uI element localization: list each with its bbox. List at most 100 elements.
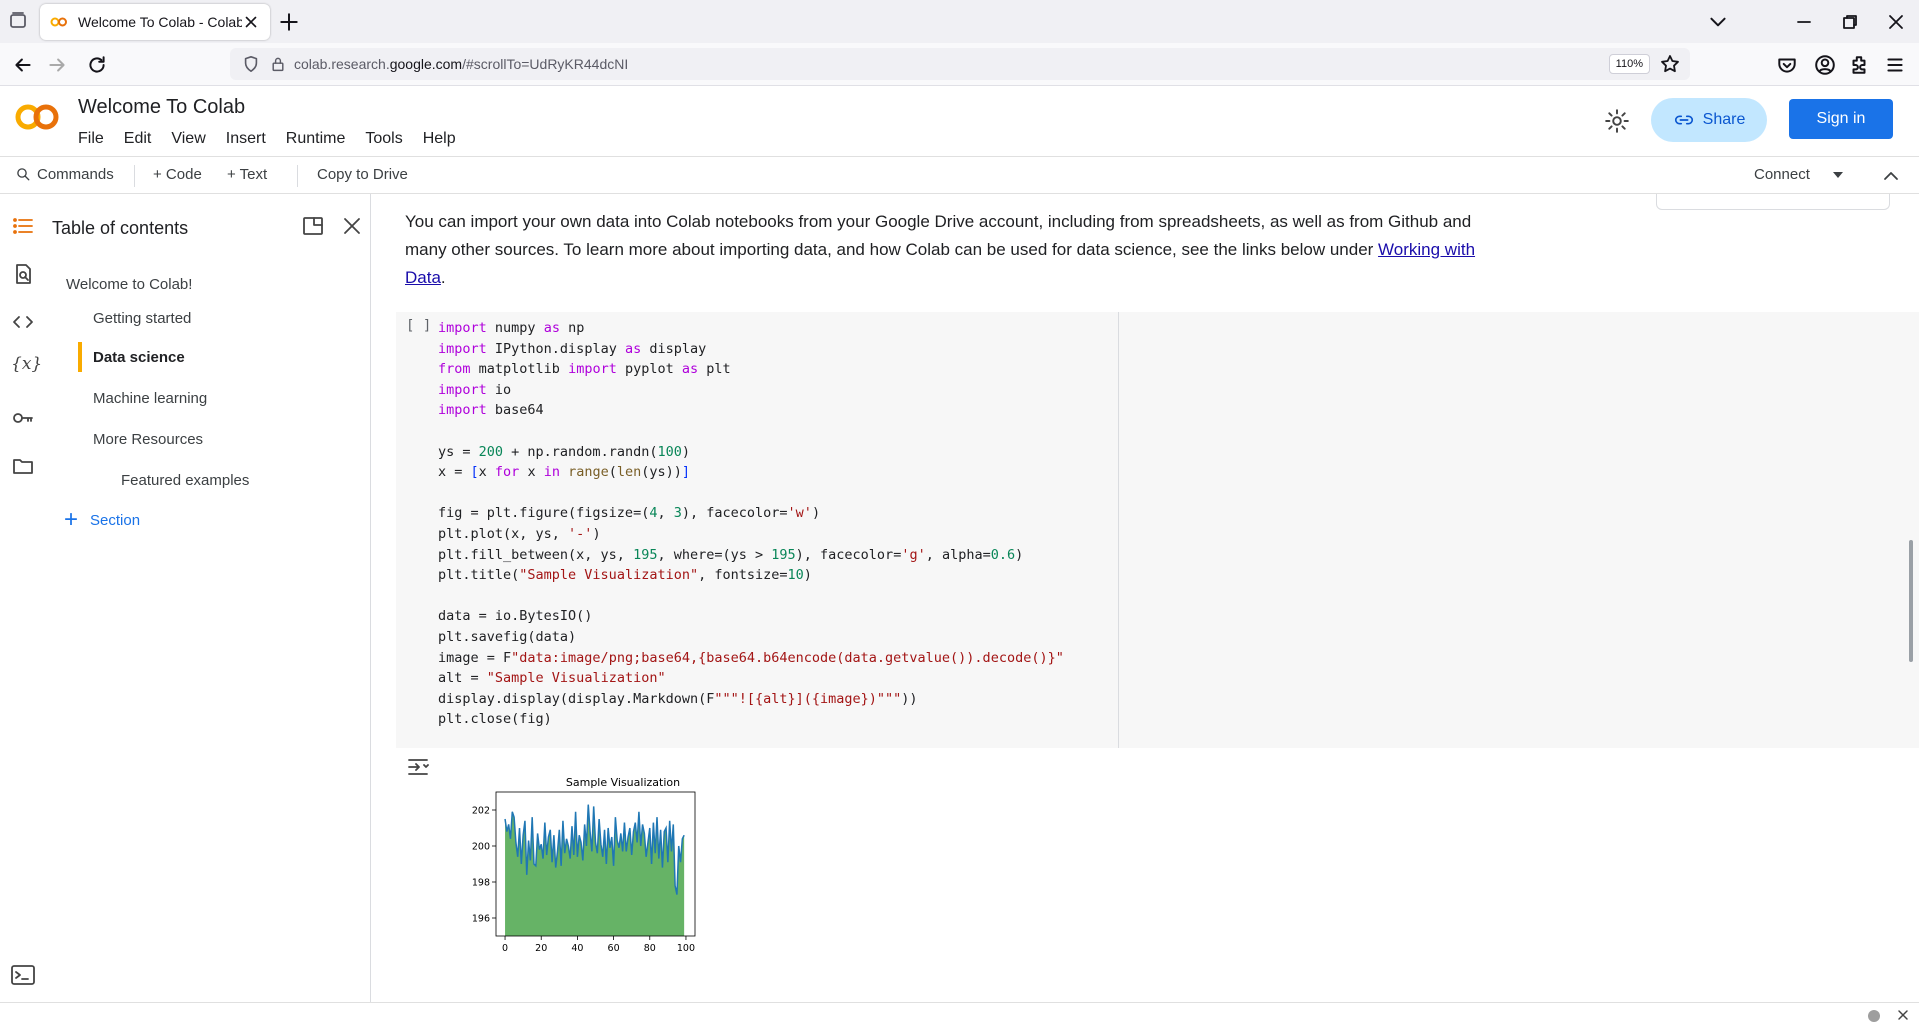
commands-label: Commands (37, 166, 114, 183)
connect-dropdown-icon[interactable] (1830, 167, 1846, 183)
y-tick-label: 200 (472, 842, 490, 853)
y-tick-label: 198 (472, 878, 490, 889)
gear-icon[interactable] (1604, 108, 1630, 134)
tab-overview-icon[interactable] (8, 10, 32, 34)
close-icon[interactable] (340, 214, 364, 238)
folder-icon[interactable] (11, 454, 35, 478)
code-snippets-icon[interactable] (11, 310, 35, 334)
share-label: Share (1702, 111, 1746, 128)
x-tick-label: 100 (677, 943, 695, 954)
restore-button[interactable] (1827, 0, 1873, 43)
close-tab-icon[interactable] (242, 13, 260, 31)
toolbar-divider (134, 165, 135, 187)
toc-item-featured-examples[interactable]: Featured examples (121, 472, 249, 489)
toc-item-welcome[interactable]: Welcome to Colab! (66, 276, 192, 293)
pocket-icon[interactable] (1776, 54, 1798, 76)
close-window-button[interactable] (1873, 0, 1919, 43)
table-of-contents-panel: Table of contents Welcome to Colab! Gett… (44, 194, 371, 1002)
search-icon (17, 168, 30, 181)
notebook-title[interactable]: Welcome To Colab (78, 96, 245, 119)
code-editor[interactable]: import numpy as np import IPython.displa… (438, 318, 1064, 730)
menu-help[interactable]: Help (423, 130, 456, 148)
x-tick-label: 60 (608, 943, 620, 954)
forward-icon[interactable] (46, 54, 68, 76)
chart-title: Sample Visualization (566, 776, 680, 789)
share-button[interactable]: Share (1651, 98, 1767, 142)
list-all-tabs-icon[interactable] (1707, 11, 1729, 33)
chevron-up-icon[interactable] (1881, 166, 1901, 186)
text-cell[interactable]: You can import your own data into Colab … (405, 208, 1485, 292)
toc-item-getting-started[interactable]: Getting started (93, 310, 191, 327)
add-code-button[interactable]: + Code (153, 166, 202, 183)
sign-in-button[interactable]: Sign in (1789, 99, 1893, 139)
y-tick-label: 202 (472, 806, 490, 817)
plus-icon: + (64, 506, 79, 533)
close-status-icon[interactable] (1895, 1007, 1911, 1023)
x-tick-label: 40 (571, 943, 583, 954)
colab-logo[interactable] (14, 102, 60, 132)
connect-button[interactable]: Connect (1754, 166, 1810, 183)
menu-icon[interactable] (1884, 54, 1906, 76)
back-icon[interactable] (12, 54, 34, 76)
y-tick-label: 196 (472, 914, 490, 925)
intro-end: . (440, 268, 446, 287)
lock-icon[interactable] (270, 56, 286, 72)
browser-nav-bar: colab.research.google.com/#scrollTo=UdRy… (0, 43, 1919, 86)
zoom-level[interactable]: 110% (1608, 54, 1650, 74)
terminal-icon[interactable] (10, 964, 36, 986)
main-scrollbar-thumb[interactable] (1909, 540, 1913, 662)
colab-header: Welcome To Colab File Edit View Insert R… (0, 86, 1919, 156)
toc-item-data-science[interactable]: Data science (93, 349, 185, 366)
open-in-tab-icon[interactable] (301, 214, 325, 238)
variables-icon[interactable]: {x} (11, 354, 42, 378)
output-actions-icon[interactable] (406, 756, 432, 778)
x-tick-label: 20 (535, 943, 547, 954)
extensions-icon[interactable] (1848, 54, 1870, 76)
toc-active-indicator (78, 342, 82, 372)
menu-runtime[interactable]: Runtime (286, 130, 346, 148)
menu-bar: File Edit View Insert Runtime Tools Help (78, 130, 456, 148)
menu-edit[interactable]: Edit (124, 130, 152, 148)
browser-tab-strip: Welcome To Colab - Colab (0, 0, 1919, 43)
x-tick-label: 0 (502, 943, 508, 954)
menu-view[interactable]: View (171, 130, 205, 148)
table-of-contents-icon[interactable] (11, 214, 35, 238)
menu-file[interactable]: File (78, 130, 104, 148)
tab-title: Welcome To Colab - Colab (78, 14, 242, 30)
add-section-label: Section (90, 511, 141, 529)
link-icon (1674, 115, 1693, 125)
toc-item-machine-learning[interactable]: Machine learning (93, 390, 207, 407)
status-bar (0, 1002, 1919, 1027)
window-controls (1781, 0, 1919, 43)
add-text-button[interactable]: + Text (227, 166, 267, 183)
add-section-button[interactable]: + Section (64, 506, 141, 533)
copy-to-drive-button[interactable]: Copy to Drive (317, 166, 408, 183)
toc-item-more-resources[interactable]: More Resources (93, 431, 203, 448)
menu-insert[interactable]: Insert (226, 130, 266, 148)
left-rail: {x} (0, 194, 44, 1024)
cell-divider (1118, 312, 1119, 748)
run-cell-button[interactable]: [ ] (406, 318, 431, 334)
x-tick-label: 80 (644, 943, 656, 954)
reload-icon[interactable] (86, 54, 108, 76)
browser-tab[interactable]: Welcome To Colab - Colab (40, 4, 270, 40)
bookmark-star-icon[interactable] (1660, 54, 1680, 74)
menu-tools[interactable]: Tools (365, 130, 402, 148)
cell-toolbar[interactable] (1656, 194, 1890, 210)
status-indicator (1868, 1010, 1880, 1022)
notebook-main: You can import your own data into Colab … (372, 194, 1919, 1002)
url-bar[interactable]: colab.research.google.com/#scrollTo=UdRy… (230, 48, 1690, 80)
notebook-toolbar: Commands + Code + Text Copy to Drive Con… (0, 156, 1919, 194)
colab-favicon-icon (50, 17, 67, 27)
code-cell[interactable]: [ ] import numpy as np import IPython.di… (396, 312, 1919, 748)
new-tab-icon[interactable] (278, 11, 300, 33)
commands-button[interactable]: Commands (16, 166, 114, 183)
toolbar-divider (297, 165, 298, 187)
account-icon[interactable] (1814, 54, 1836, 76)
find-replace-icon[interactable] (11, 262, 35, 286)
toc-title: Table of contents (52, 218, 189, 238)
url-text: colab.research.google.com/#scrollTo=UdRy… (294, 56, 629, 72)
tracking-protection-icon[interactable] (242, 55, 260, 73)
secrets-key-icon[interactable] (11, 406, 35, 430)
minimize-button[interactable] (1781, 0, 1827, 43)
